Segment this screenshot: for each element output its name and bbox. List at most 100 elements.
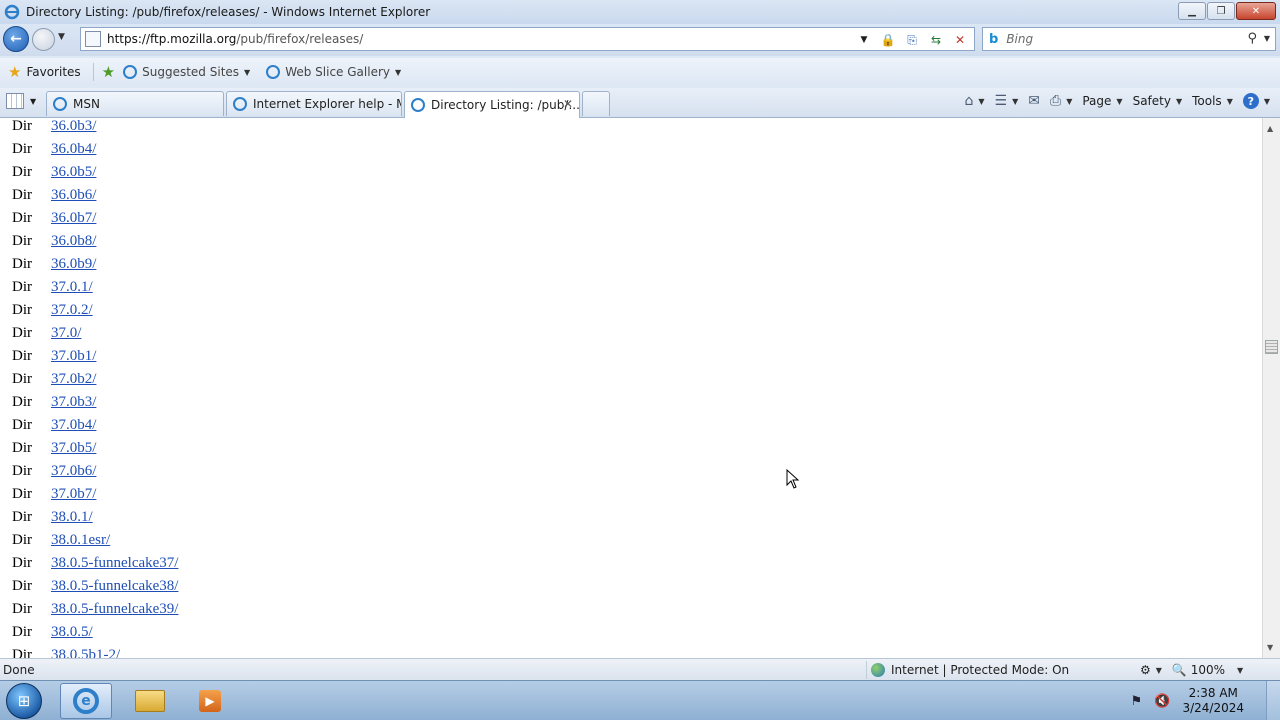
feeds-icon[interactable]: ☰ ▼ [995,93,1019,109]
directory-link[interactable]: 37.0b6/ [51,463,96,480]
address-dropdown-icon[interactable]: ▼ [854,31,874,49]
list-item: Dir 38.0.5-funnelcake37/ [12,552,178,575]
add-to-favorites-icon[interactable]: ★ [102,63,115,81]
tab-msn[interactable]: MSN [46,91,224,116]
tab-bar: ▼ MSN Internet Explorer help - Mi... Dir… [0,88,1280,118]
directory-link[interactable]: 37.0b2/ [51,371,96,388]
entry-type: Dir [12,578,32,594]
search-options-icon[interactable]: ▼ [1264,34,1270,43]
recent-pages-dropdown[interactable]: ▼ [58,32,65,42]
entry-type: Dir [12,440,32,456]
directory-link[interactable]: 36.0b8/ [51,233,96,250]
web-slice-gallery-link[interactable]: Web Slice Gallery ▼ [266,65,401,79]
scroll-down-icon[interactable]: ▼ [1267,643,1273,652]
compatibility-view-icon[interactable]: ⎘ [902,31,922,49]
taskbar-windows-explorer[interactable] [124,683,176,719]
command-bar: ⌂ ▼ ☰ ▼ ✉ ⎙ ▼ Page ▼ Safety ▼ Tools ▼ ? ▼ [955,93,1270,109]
clock[interactable]: 2:38 AM 3/24/2024 [1182,686,1244,716]
directory-link[interactable]: 37.0b7/ [51,486,96,503]
volume-muted-icon[interactable]: 🔇 [1154,694,1170,709]
page-menu[interactable]: Page ▼ [1082,94,1122,108]
forward-button[interactable] [32,28,55,51]
mouse-cursor-icon [786,469,800,489]
start-button[interactable]: ⊞ [6,683,42,719]
status-text: Done [3,662,35,677]
list-item: Dir 38.0.1/ [12,506,178,529]
directory-link[interactable]: 36.0b5/ [51,164,96,181]
directory-link[interactable]: 36.0b3/ [51,118,96,135]
directory-link[interactable]: 38.0.5-funnelcake37/ [51,555,178,572]
safety-menu[interactable]: Safety ▼ [1133,94,1183,108]
quick-tabs-icon[interactable] [6,93,24,109]
entry-type: Dir [12,647,32,658]
directory-link[interactable]: 36.0b9/ [51,256,96,273]
minimize-button[interactable]: ▁ [1178,2,1206,20]
list-item: Dir 36.0b5/ [12,161,178,184]
suggested-sites-link[interactable]: Suggested Sites ▼ [123,65,250,79]
scroll-up-icon[interactable]: ▲ [1267,124,1273,133]
directory-link[interactable]: 38.0.5/ [51,624,93,641]
ie-page-icon [123,65,138,79]
quick-tabs[interactable]: ▼ [6,93,36,109]
address-url[interactable]: https://ftp.mozilla.org/pub/firefox/rele… [107,32,363,46]
security-zone[interactable]: Internet | Protected Mode: On [866,661,1069,679]
directory-link[interactable]: 38.0.5b1-2/ [51,647,120,658]
tab-directory-listing[interactable]: Directory Listing: /pub/... ✕ [404,91,580,118]
directory-link[interactable]: 36.0b6/ [51,187,96,204]
favorites-button[interactable]: ★ Favorites [8,63,81,81]
refresh-icon[interactable]: ⇆ [926,31,946,49]
list-item: Dir 38.0.5-funnelcake38/ [12,575,178,598]
directory-link[interactable]: 36.0b4/ [51,141,96,158]
home-icon[interactable]: ⌂ ▼ [965,93,985,109]
directory-link[interactable]: 37.0b5/ [51,440,96,457]
lock-icon[interactable]: 🔒 [878,31,898,49]
directory-link[interactable]: 37.0b4/ [51,417,96,434]
bing-icon: b [989,31,999,47]
taskbar-internet-explorer[interactable]: e [60,683,112,719]
tools-menu[interactable]: Tools ▼ [1192,94,1233,108]
search-icon[interactable]: ⚲ [1247,31,1257,46]
suggested-sites-label: Suggested Sites [142,65,240,79]
chevron-down-icon[interactable]: ▼ [244,68,250,77]
action-center-icon[interactable]: ⚑ [1131,694,1143,709]
list-item: Dir 36.0b9/ [12,253,178,276]
back-button[interactable]: ← [3,26,29,52]
directory-link[interactable]: 38.0.1/ [51,509,93,526]
entry-type: Dir [12,509,32,525]
list-item: Dir 36.0b7/ [12,207,178,230]
address-bar[interactable]: https://ftp.mozilla.org/pub/firefox/rele… [80,27,975,51]
directory-link[interactable]: 37.0b3/ [51,394,96,411]
directory-link[interactable]: 37.0.2/ [51,302,93,319]
clock-date: 3/24/2024 [1182,701,1244,715]
directory-link[interactable]: 36.0b7/ [51,210,96,227]
scrollbar-thumb[interactable] [1265,340,1278,354]
vertical-scrollbar[interactable]: ▲ ▼ [1262,118,1280,658]
taskbar-media-player[interactable]: ▶ [184,683,236,719]
directory-link[interactable]: 38.0.5-funnelcake39/ [51,601,178,618]
stop-icon[interactable]: ✕ [950,31,970,49]
protected-mode-icon[interactable]: ⚙ ▼ [1140,663,1162,677]
system-tray: ⚑ 🔇 2:38 AM 3/24/2024 [1131,681,1280,720]
entry-type: Dir [12,187,32,203]
zoom-control[interactable]: 🔍 100% ▼ [1172,663,1243,677]
search-box[interactable]: b Bing ⚲ ▼ [982,27,1276,51]
directory-link[interactable]: 38.0.5-funnelcake38/ [51,578,178,595]
restore-button[interactable]: ❐ [1207,2,1235,20]
close-tab-icon[interactable]: ✕ [563,97,573,111]
tab-ie-help[interactable]: Internet Explorer help - Mi... [226,91,402,116]
help-menu[interactable]: ? ▼ [1242,93,1270,109]
search-placeholder[interactable]: Bing [1006,32,1033,46]
entry-type: Dir [12,601,32,617]
close-window-button[interactable]: ✕ [1236,2,1276,20]
directory-link[interactable]: 37.0b1/ [51,348,96,365]
new-tab-button[interactable] [582,91,610,116]
show-desktop-button[interactable] [1266,681,1280,720]
entry-type: Dir [12,325,32,341]
chevron-down-icon[interactable]: ▼ [395,68,401,77]
print-icon[interactable]: ⎙ ▼ [1050,93,1072,109]
mail-icon[interactable]: ✉ [1028,93,1040,109]
tab-list-dropdown[interactable]: ▼ [30,97,36,106]
directory-link[interactable]: 37.0.1/ [51,279,93,296]
directory-link[interactable]: 38.0.1esr/ [51,532,110,549]
directory-link[interactable]: 37.0/ [51,325,81,342]
